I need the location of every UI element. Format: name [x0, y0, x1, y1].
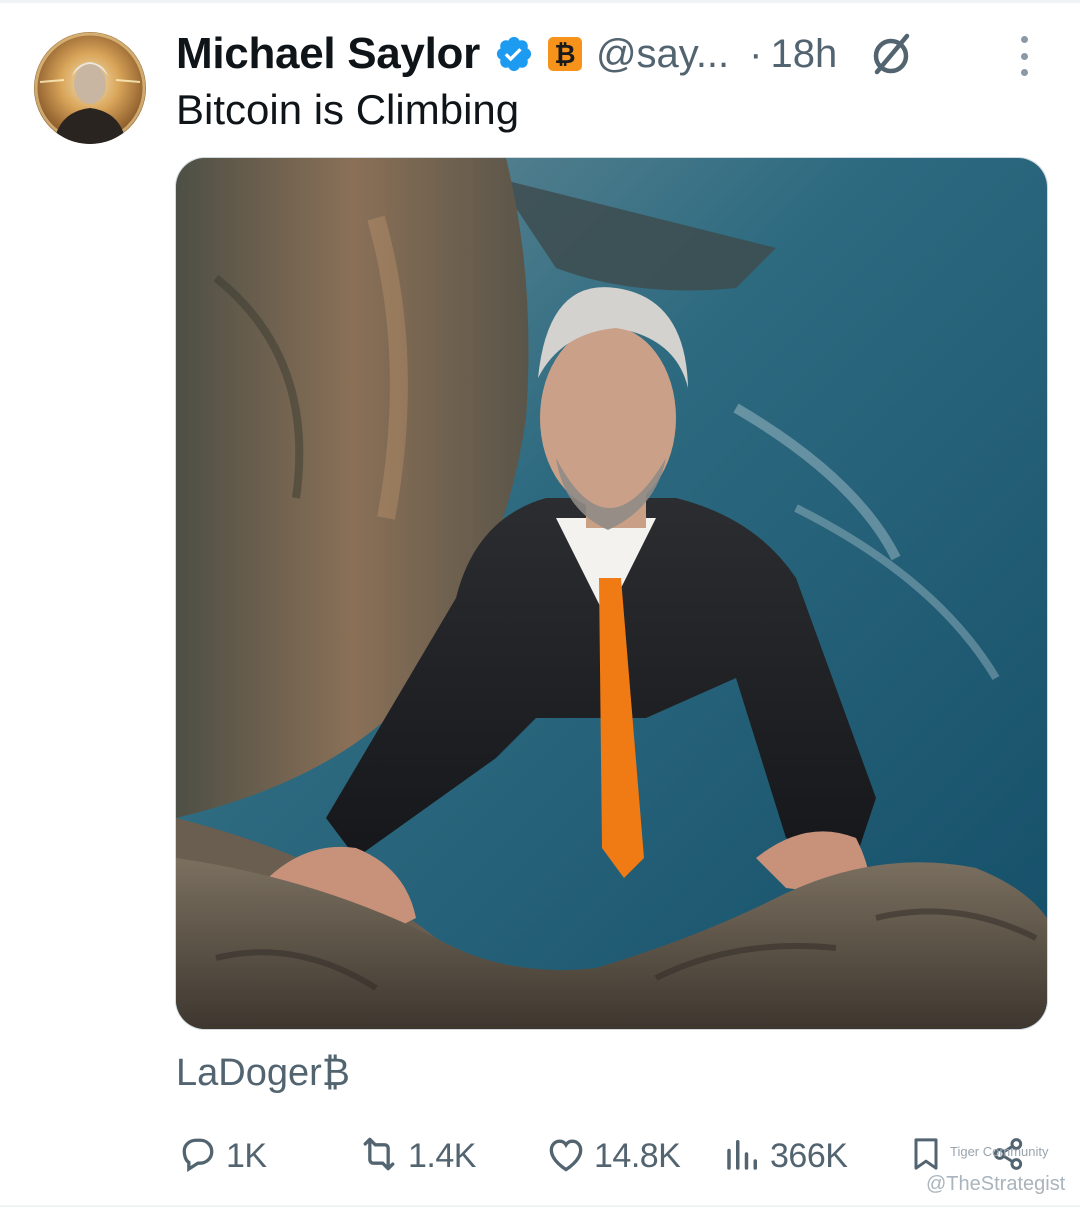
more-icon[interactable] — [1012, 36, 1036, 76]
views-button[interactable]: 366K — [722, 1132, 848, 1181]
views-count: 366K — [770, 1136, 848, 1175]
separator-dot: · — [749, 31, 763, 76]
avatar[interactable] — [34, 32, 146, 144]
author-name[interactable]: Michael Saylor — [176, 29, 480, 79]
watermark-handle: @TheStrategist — [926, 1173, 1066, 1195]
bottom-divider — [0, 1205, 1080, 1207]
tweet-image[interactable] — [175, 157, 1048, 1030]
timestamp[interactable]: 18h — [771, 32, 838, 77]
watermark-label: Tiger Community — [950, 1144, 1049, 1159]
grok-icon[interactable] — [867, 30, 915, 78]
verified-badge-icon — [494, 34, 534, 74]
tweet-text: Bitcoin is Climbing — [176, 86, 520, 133]
author-handle[interactable]: @say... — [596, 32, 729, 77]
reply-count: 1K — [226, 1136, 267, 1175]
reply-icon — [176, 1132, 220, 1181]
image-caption[interactable]: LaDoger₿ — [176, 1052, 350, 1095]
views-icon — [722, 1132, 764, 1181]
repost-icon — [356, 1132, 402, 1181]
reply-button[interactable]: 1K — [176, 1132, 267, 1180]
like-count: 14.8K — [594, 1136, 681, 1175]
tweet-header: Michael Saylor ₿ @say... · 18h — [176, 24, 1036, 84]
action-bar: 1K 1.4K 14.8K 366K — [176, 1132, 1056, 1180]
repost-count: 1.4K — [408, 1136, 476, 1175]
like-icon — [544, 1132, 588, 1181]
bitcoin-badge-icon: ₿ — [547, 37, 582, 71]
repost-button[interactable]: 1.4K — [356, 1132, 476, 1180]
like-button[interactable]: 14.8K — [544, 1132, 681, 1181]
top-divider — [0, 0, 1080, 3]
